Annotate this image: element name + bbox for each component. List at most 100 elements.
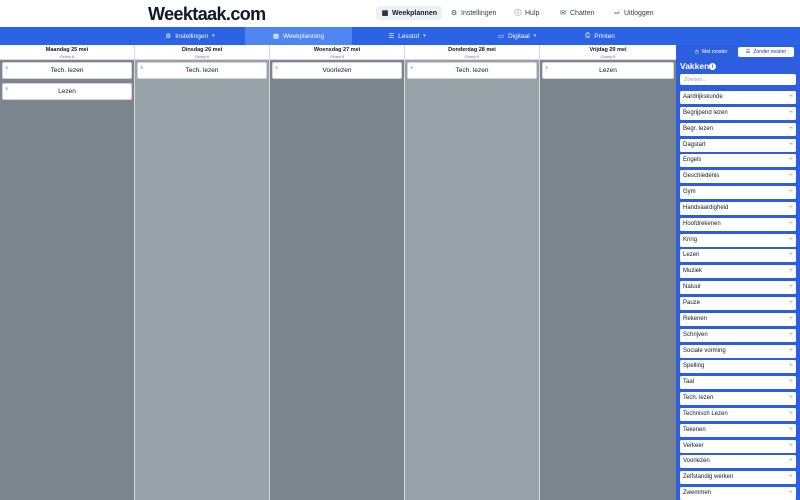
lesson-card-label: Lezen: [58, 88, 76, 95]
add-icon[interactable]: +: [789, 378, 793, 386]
lesson-card[interactable]: ✕ Tech. lezen: [2, 62, 132, 79]
subject-item[interactable]: Zelfstandig werken +: [680, 471, 796, 485]
lesson-card[interactable]: ✕ Voorlezen: [272, 62, 402, 79]
subject-item[interactable]: Handvaardigheid +: [680, 201, 796, 215]
topnav-weekplannen-label: Weekplannen: [392, 9, 437, 17]
day-dropzone[interactable]: ✕ Tech. lezen: [405, 60, 539, 500]
lesson-card[interactable]: ✕ Lezen: [542, 62, 674, 79]
subject-item[interactable]: Rekenen +: [680, 312, 796, 326]
day-dropzone[interactable]: ✕ Voorlezen: [270, 60, 404, 500]
subject-item-label: Dagstart: [683, 141, 706, 148]
subject-item[interactable]: Lezen +: [680, 249, 796, 263]
add-icon[interactable]: +: [789, 188, 793, 196]
lesson-card[interactable]: ✕ Lezen: [2, 83, 132, 100]
add-icon[interactable]: +: [789, 204, 793, 212]
nav-weekplanning[interactable]: ▦ Weekplanning: [245, 27, 352, 45]
add-icon[interactable]: +: [789, 93, 793, 101]
subject-item[interactable]: Gym +: [680, 186, 796, 200]
add-icon[interactable]: +: [789, 315, 793, 323]
nav-printen[interactable]: ⎙ Printen: [550, 27, 650, 45]
subject-item[interactable]: Begrijpend lezen +: [680, 106, 796, 120]
add-icon[interactable]: +: [789, 172, 793, 180]
topnav-instellingen[interactable]: ⚙ Instellingen: [445, 6, 501, 20]
week-planner: Maandag 25 mei Groep 6 ✕ Tech. lezen ✕ L…: [0, 45, 676, 500]
day-header: Woensdag 27 mei Groep 6: [270, 45, 404, 60]
toggle-met-rooster[interactable]: ◷ Met rooster: [687, 47, 735, 57]
nav-instellingen[interactable]: ⚙ Instellingen ▾: [135, 27, 245, 45]
add-icon[interactable]: +: [789, 489, 793, 497]
add-icon[interactable]: +: [789, 362, 793, 370]
day-dropzone[interactable]: ✕ Tech. lezen ⋮: [135, 60, 269, 500]
nav-instellingen-label: Instellingen: [175, 32, 209, 40]
day-dropzone[interactable]: ✕ Tech. lezen ✕ Lezen: [0, 60, 134, 500]
topnav-uitloggen-label: Uitloggen: [624, 9, 654, 17]
subject-item-label: Begr. lezen: [683, 125, 714, 132]
add-icon[interactable]: +: [789, 125, 793, 133]
add-icon[interactable]: +: [789, 283, 793, 291]
subject-search-input[interactable]: [680, 74, 796, 85]
add-icon[interactable]: +: [789, 267, 793, 275]
add-icon[interactable]: +: [789, 299, 793, 307]
nav-lesstof[interactable]: ☰ Lesstof ▾: [352, 27, 462, 45]
lesson-card[interactable]: ✕ Tech. lezen: [407, 62, 537, 79]
day-group: Groep 6: [329, 54, 345, 59]
add-icon[interactable]: +: [789, 410, 793, 418]
subject-item[interactable]: Dagstart +: [680, 138, 796, 152]
day-header: Vrijdag 29 mei Groep 6: [540, 45, 676, 60]
help-circle-icon: ⓘ: [514, 10, 522, 17]
more-icon[interactable]: ⋮: [260, 64, 264, 69]
subject-item[interactable]: Engels +: [680, 154, 796, 168]
subject-item[interactable]: Sociale vorming +: [680, 344, 796, 358]
subject-item[interactable]: Zwemmen +: [680, 487, 796, 500]
subject-item-label: Voorlezen: [683, 458, 710, 465]
topnav-chatten[interactable]: ✉ Chatten: [554, 6, 600, 20]
subject-item[interactable]: Natuur +: [680, 281, 796, 295]
toggle-zonder-rooster[interactable]: ☰ Zonder rooster: [738, 47, 794, 57]
add-icon[interactable]: +: [789, 141, 793, 149]
subject-item-label: Spelling: [683, 363, 705, 370]
nav-lesstof-label: Lesstof: [398, 32, 420, 40]
add-icon[interactable]: +: [789, 457, 793, 465]
add-icon[interactable]: +: [789, 251, 793, 259]
add-icon[interactable]: +: [789, 156, 793, 164]
calendar-icon: ▦: [272, 33, 280, 40]
subject-item[interactable]: Geschiedenis +: [680, 170, 796, 184]
lesson-card-label: Tech. lezen: [185, 67, 219, 74]
add-icon[interactable]: +: [789, 109, 793, 117]
subject-item[interactable]: Technisch Lezen +: [680, 407, 796, 421]
add-icon[interactable]: +: [789, 394, 793, 402]
subject-item-label: Taal: [683, 379, 695, 386]
subject-item[interactable]: Spelling +: [680, 360, 796, 374]
day-dropzone[interactable]: ✕ Lezen: [540, 60, 676, 500]
add-icon[interactable]: +: [789, 331, 793, 339]
topnav-hulp[interactable]: ⓘ Hulp: [509, 6, 544, 20]
add-icon[interactable]: +: [789, 220, 793, 228]
subject-item[interactable]: Tech. lezen +: [680, 392, 796, 406]
subject-item[interactable]: Pauze +: [680, 296, 796, 310]
day-group: Groep 6: [600, 54, 616, 59]
add-icon[interactable]: +: [789, 236, 793, 244]
day-header: Dinsdag 26 mei Groep 6: [135, 45, 269, 60]
subject-item[interactable]: Verkeer +: [680, 439, 796, 453]
add-icon[interactable]: +: [789, 473, 793, 481]
subject-item[interactable]: Voorlezen +: [680, 455, 796, 469]
subject-item[interactable]: Begr. lezen +: [680, 122, 796, 136]
subject-item[interactable]: Schrijven +: [680, 328, 796, 342]
subject-item[interactable]: Taal +: [680, 376, 796, 390]
add-icon[interactable]: +: [789, 426, 793, 434]
toggle-met-rooster-label: Met rooster: [702, 49, 728, 55]
subject-item[interactable]: Muziek +: [680, 265, 796, 279]
subject-item[interactable]: Aardrijkskunde +: [680, 91, 796, 104]
info-icon[interactable]: i: [709, 63, 716, 70]
add-icon[interactable]: +: [789, 442, 793, 450]
add-icon[interactable]: +: [789, 347, 793, 355]
lesson-card[interactable]: ✕ Tech. lezen ⋮: [137, 62, 267, 79]
topnav-weekplannen[interactable]: ▦ Weekplannen: [376, 6, 442, 20]
app-logo[interactable]: Weektaak.com: [148, 4, 266, 25]
subject-item-label: Gym: [683, 189, 696, 196]
topnav-uitloggen[interactable]: ⇨ Uitloggen: [608, 6, 659, 20]
subject-item[interactable]: Hoofdrekenen +: [680, 217, 796, 231]
subject-item[interactable]: Kring +: [680, 233, 796, 247]
day-group: Groep 6: [464, 54, 480, 59]
subject-item[interactable]: Tekenen +: [680, 423, 796, 437]
